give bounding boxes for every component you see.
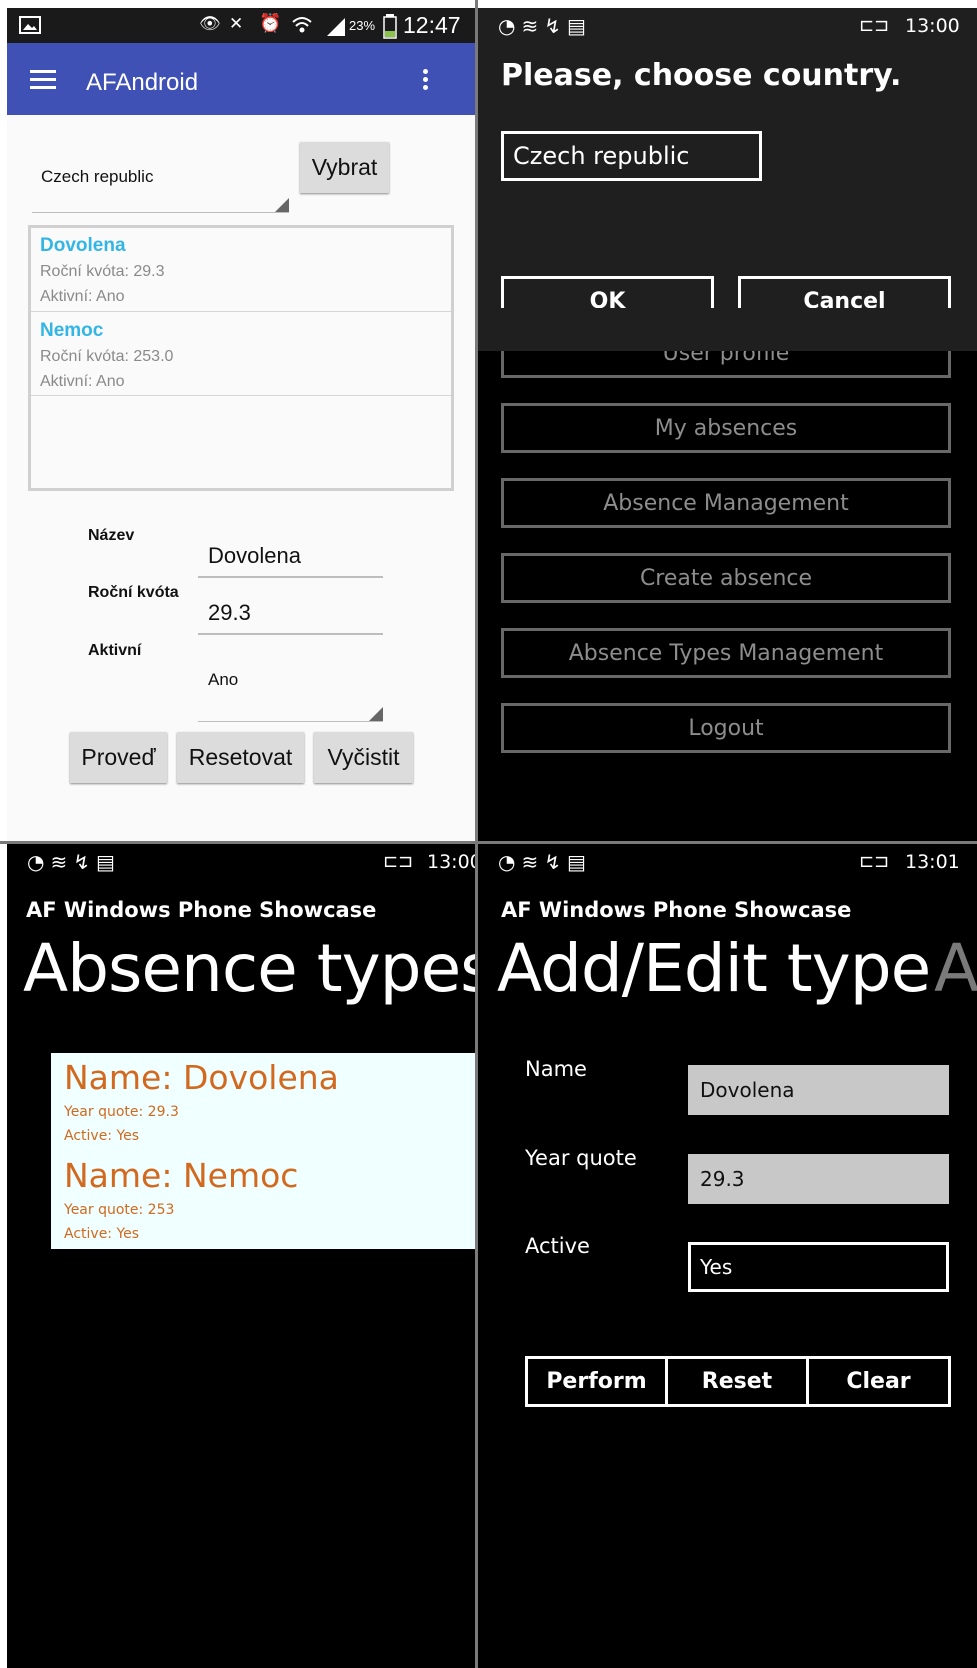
android-app-screen: 👁 ✕ ⏰ 23% 12:47 AFAndroid Czech republic…	[7, 8, 475, 841]
list-item-quote: Year quote: 29.3	[64, 1104, 179, 1120]
active-spinner[interactable]: Ano	[198, 658, 383, 722]
quote-input[interactable]: 29.3	[688, 1154, 949, 1204]
absence-management-button[interactable]: Absence Management	[501, 478, 951, 528]
page-title: Absence types	[23, 930, 475, 1007]
wifi-icon	[292, 17, 312, 33]
wp-notification-icons: ◔≋↯▤	[498, 14, 592, 38]
name-input-value: Dovolena	[208, 543, 301, 568]
choose-country-button[interactable]: Vybrat	[300, 142, 389, 193]
mute-icon: ✕	[229, 14, 244, 34]
country-textbox[interactable]: Czech republic	[501, 131, 762, 181]
wp-notification-icons: ◔≋↯▤	[498, 850, 592, 874]
list-item-title: Dovolena	[40, 235, 126, 256]
quota-input-value: 29.3	[208, 600, 251, 625]
list-item-active: Active: Yes	[64, 1128, 140, 1144]
name-label: Název	[88, 527, 135, 544]
spinner-arrow-icon	[275, 198, 289, 212]
dialog-bottom-edge	[478, 308, 977, 351]
list-item-quota: Roční kvóta: 253.0	[40, 348, 174, 365]
list-item[interactable]: Nemoc Roční kvóta: 253.0 Aktivní: Ano	[31, 312, 451, 396]
absence-types-management-button[interactable]: Absence Types Management	[501, 628, 951, 678]
signal-icon	[327, 18, 345, 36]
list-item-active: Aktivní: Ano	[40, 288, 125, 305]
overflow-menu-icon[interactable]	[407, 57, 443, 101]
logout-button[interactable]: Logout	[501, 703, 951, 753]
status-time: 13:00	[427, 851, 475, 873]
android-action-bar: AFAndroid	[7, 43, 475, 115]
active-label: Aktivní	[88, 642, 142, 659]
battery-percent: 23%	[349, 18, 376, 33]
active-label: Active	[525, 1234, 590, 1258]
reset-button[interactable]: Resetovat	[177, 732, 304, 783]
app-name: AF Windows Phone Showcase	[26, 898, 377, 922]
page-title: Add/Edit type	[497, 930, 931, 1007]
absence-types-list: Name: Dovolena Year quote: 29.3 Active: …	[51, 1053, 475, 1249]
list-item-title: Nemoc	[40, 320, 104, 341]
list-item-active: Aktivní: Ano	[40, 373, 125, 390]
quota-label: Roční kvóta	[88, 584, 179, 601]
wp-add-edit-type-screen: ◔≋↯▤ ⊏⊐ 13:01 AF Windows Phone Showcase …	[478, 844, 977, 1668]
next-pivot-peek[interactable]: A	[934, 930, 977, 1007]
eye-icon: 👁	[199, 14, 221, 34]
wp-absence-types-screen: ◔≋↯▤ ⊏⊐ 13:00 AF Windows Phone Showcase …	[7, 844, 475, 1668]
perform-button[interactable]: Proveď	[70, 732, 167, 783]
menu-icon[interactable]	[22, 63, 66, 107]
list-item[interactable]: Name: Nemoc Year quote: 253 Active: Yes	[51, 1151, 475, 1249]
country-spinner-value: Czech republic	[41, 167, 154, 186]
name-label: Name	[525, 1057, 587, 1081]
my-absences-button[interactable]: My absences	[501, 403, 951, 453]
wp-country-dialog-screen: ◔≋↯▤ ⊏⊐ 13:00 Please, choose country. Cz…	[478, 8, 977, 841]
alarm-icon: ⏰	[259, 13, 282, 34]
spinner-arrow-icon	[369, 707, 383, 721]
name-input[interactable]: Dovolena	[198, 535, 383, 579]
status-time: 13:01	[905, 851, 960, 873]
status-time: 13:00	[905, 15, 960, 37]
list-item[interactable]: Name: Dovolena Year quote: 29.3 Active: …	[51, 1053, 475, 1151]
reset-button[interactable]: Reset	[665, 1356, 809, 1407]
battery-charging-icon: ⊏⊐	[859, 15, 890, 36]
quote-label: Year quote	[525, 1146, 637, 1170]
create-absence-button[interactable]: Create absence	[501, 553, 951, 603]
dialog-title: Please, choose country.	[501, 58, 902, 93]
active-spinner-value: Ano	[208, 670, 239, 689]
android-status-bar: 👁 ✕ ⏰ 23% 12:47	[7, 8, 475, 43]
list-item-active: Active: Yes	[64, 1226, 140, 1242]
list-item-quote: Year quote: 253	[64, 1202, 175, 1218]
list-item-quota: Roční kvóta: 29.3	[40, 263, 165, 280]
clear-button[interactable]: Clear	[806, 1356, 951, 1407]
app-title: AFAndroid	[86, 69, 199, 96]
list-item[interactable]: Dovolena Roční kvóta: 29.3 Aktivní: Ano	[31, 228, 451, 312]
country-spinner[interactable]: Czech republic	[32, 156, 289, 214]
wp-notification-icons: ◔≋↯▤	[27, 850, 121, 874]
status-time: 12:47	[403, 12, 461, 38]
battery-charging-icon: ⊏⊐	[859, 851, 890, 872]
name-input[interactable]: Dovolena	[688, 1065, 949, 1115]
perform-button[interactable]: Perform	[525, 1356, 668, 1407]
list-item-name: Name: Dovolena	[64, 1058, 339, 1097]
battery-icon	[383, 14, 397, 39]
app-name: AF Windows Phone Showcase	[501, 898, 852, 922]
battery-charging-icon: ⊏⊐	[383, 851, 414, 872]
country-dialog: ◔≋↯▤ ⊏⊐ 13:00 Please, choose country. Cz…	[478, 8, 977, 351]
clear-button[interactable]: Vyčistit	[314, 732, 413, 783]
list-item-name: Name: Nemoc	[64, 1156, 299, 1195]
absence-types-list: Dovolena Roční kvóta: 29.3 Aktivní: Ano …	[28, 225, 454, 491]
gallery-icon	[19, 16, 41, 34]
active-input[interactable]: Yes	[688, 1242, 949, 1292]
quota-input[interactable]: 29.3	[198, 592, 383, 636]
